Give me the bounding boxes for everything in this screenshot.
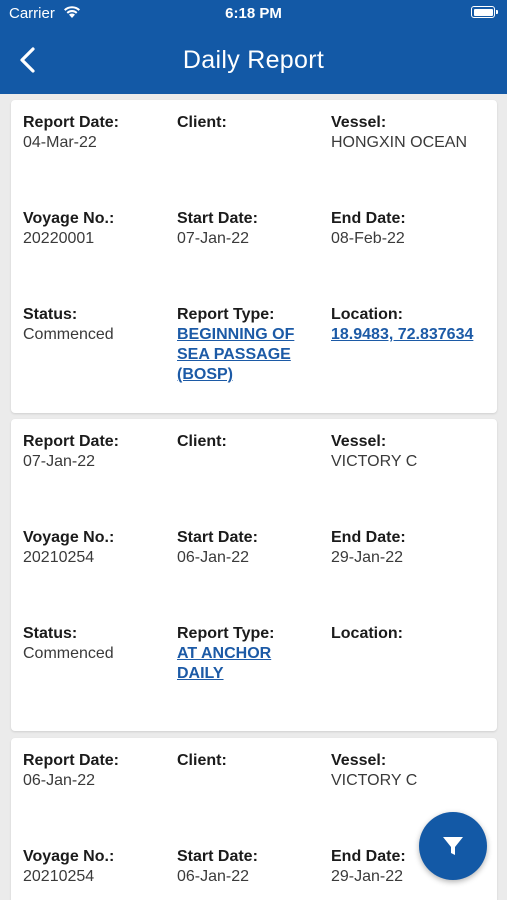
vessel-value: VICTORY C <box>331 772 418 789</box>
status-field: Status: Commenced <box>23 305 114 345</box>
end-date-value: 29-Jan-22 <box>331 549 404 566</box>
report-type-field: Report Type: AT ANCHOR DAILY <box>177 624 287 684</box>
voyage-no-value: 20220001 <box>23 230 95 247</box>
client-label: Client: <box>177 114 227 131</box>
end-date-field: End Date: 29-Jan-22 <box>331 847 406 887</box>
report-date-value: 06-Jan-22 <box>23 772 96 789</box>
vessel-label: Vessel: <box>331 752 387 769</box>
report-date-label: Report Date: <box>23 752 120 769</box>
end-date-label: End Date: <box>331 210 406 227</box>
client-field: Client: <box>177 432 227 452</box>
vessel-field: Vessel: VICTORY C <box>331 751 417 791</box>
battery-icon <box>471 6 498 18</box>
vessel-label: Vessel: <box>331 114 387 131</box>
end-date-field: End Date: 08-Feb-22 <box>331 209 406 249</box>
location-label: Location: <box>331 625 403 642</box>
status-value: Commenced <box>23 326 114 343</box>
report-date-field: Report Date: 07-Jan-22 <box>23 432 119 472</box>
status-field: Status: Commenced <box>23 624 114 664</box>
report-date-field: Report Date: 04-Mar-22 <box>23 113 119 153</box>
vessel-field: Vessel: VICTORY C <box>331 432 417 472</box>
vessel-value: VICTORY C <box>331 453 418 470</box>
report-date-field: Report Date: 06-Jan-22 <box>23 751 119 791</box>
client-field: Client: <box>177 113 227 133</box>
report-type-link[interactable]: AT ANCHOR DAILY <box>177 644 287 684</box>
voyage-no-field: Voyage No.: 20210254 <box>23 847 114 887</box>
vessel-field: Vessel: HONGXIN OCEAN <box>331 113 467 153</box>
start-date-value: 06-Jan-22 <box>177 868 250 885</box>
report-type-label: Report Type: <box>177 306 275 323</box>
start-date-field: Start Date: 06-Jan-22 <box>177 847 258 887</box>
report-card[interactable]: Report Date: 07-Jan-22 Client: Vessel: V… <box>11 419 497 731</box>
report-list[interactable]: Report Date: 04-Mar-22 Client: Vessel: H… <box>0 94 507 900</box>
start-date-field: Start Date: 06-Jan-22 <box>177 528 258 568</box>
end-date-value: 29-Jan-22 <box>331 868 404 885</box>
client-field: Client: <box>177 751 227 771</box>
voyage-no-value: 20210254 <box>23 868 95 885</box>
location-field: Location: 18.9483, 72.837634 <box>331 305 491 345</box>
report-date-label: Report Date: <box>23 433 120 450</box>
start-date-label: Start Date: <box>177 529 258 546</box>
location-field: Location: <box>331 624 471 644</box>
end-date-label: End Date: <box>331 848 406 865</box>
location-label: Location: <box>331 306 403 323</box>
vessel-value: HONGXIN OCEAN <box>331 134 468 151</box>
voyage-no-label: Voyage No.: <box>23 529 115 546</box>
report-date-value: 04-Mar-22 <box>23 134 97 151</box>
start-date-value: 06-Jan-22 <box>177 549 250 566</box>
report-date-value: 07-Jan-22 <box>23 453 96 470</box>
start-date-value: 07-Jan-22 <box>177 230 250 247</box>
client-label: Client: <box>177 752 227 769</box>
status-value: Commenced <box>23 645 114 662</box>
report-date-label: Report Date: <box>23 114 120 131</box>
vessel-label: Vessel: <box>331 433 387 450</box>
voyage-no-value: 20210254 <box>23 549 95 566</box>
start-date-label: Start Date: <box>177 210 258 227</box>
page-title: Daily Report <box>182 46 325 74</box>
report-type-link[interactable]: BEGINNING OF SEA PASSAGE (BOSP) <box>177 325 317 385</box>
end-date-field: End Date: 29-Jan-22 <box>331 528 406 568</box>
report-card[interactable]: Report Date: 06-Jan-22 Client: Vessel: V… <box>11 738 497 900</box>
voyage-no-label: Voyage No.: <box>23 210 115 227</box>
voyage-no-field: Voyage No.: 20210254 <box>23 528 114 568</box>
start-date-field: Start Date: 07-Jan-22 <box>177 209 258 249</box>
client-label: Client: <box>177 433 227 450</box>
voyage-no-label: Voyage No.: <box>23 848 115 865</box>
filter-icon <box>443 837 463 855</box>
app-header: Carrier 6:18 PM Daily Report <box>0 0 507 94</box>
report-type-label: Report Type: <box>177 625 275 642</box>
filter-button[interactable] <box>419 812 487 880</box>
report-card[interactable]: Report Date: 04-Mar-22 Client: Vessel: H… <box>11 100 497 413</box>
end-date-value: 08-Feb-22 <box>331 230 405 247</box>
clock: 6:18 PM <box>225 5 282 22</box>
voyage-no-field: Voyage No.: 20220001 <box>23 209 114 249</box>
status-label: Status: <box>23 625 78 642</box>
status-bar: Carrier 6:18 PM <box>0 0 507 28</box>
start-date-label: Start Date: <box>177 848 258 865</box>
end-date-label: End Date: <box>331 529 406 546</box>
report-type-field: Report Type: BEGINNING OF SEA PASSAGE (B… <box>177 305 317 385</box>
location-link[interactable]: 18.9483, 72.837634 <box>331 325 491 345</box>
status-label: Status: <box>23 306 78 323</box>
